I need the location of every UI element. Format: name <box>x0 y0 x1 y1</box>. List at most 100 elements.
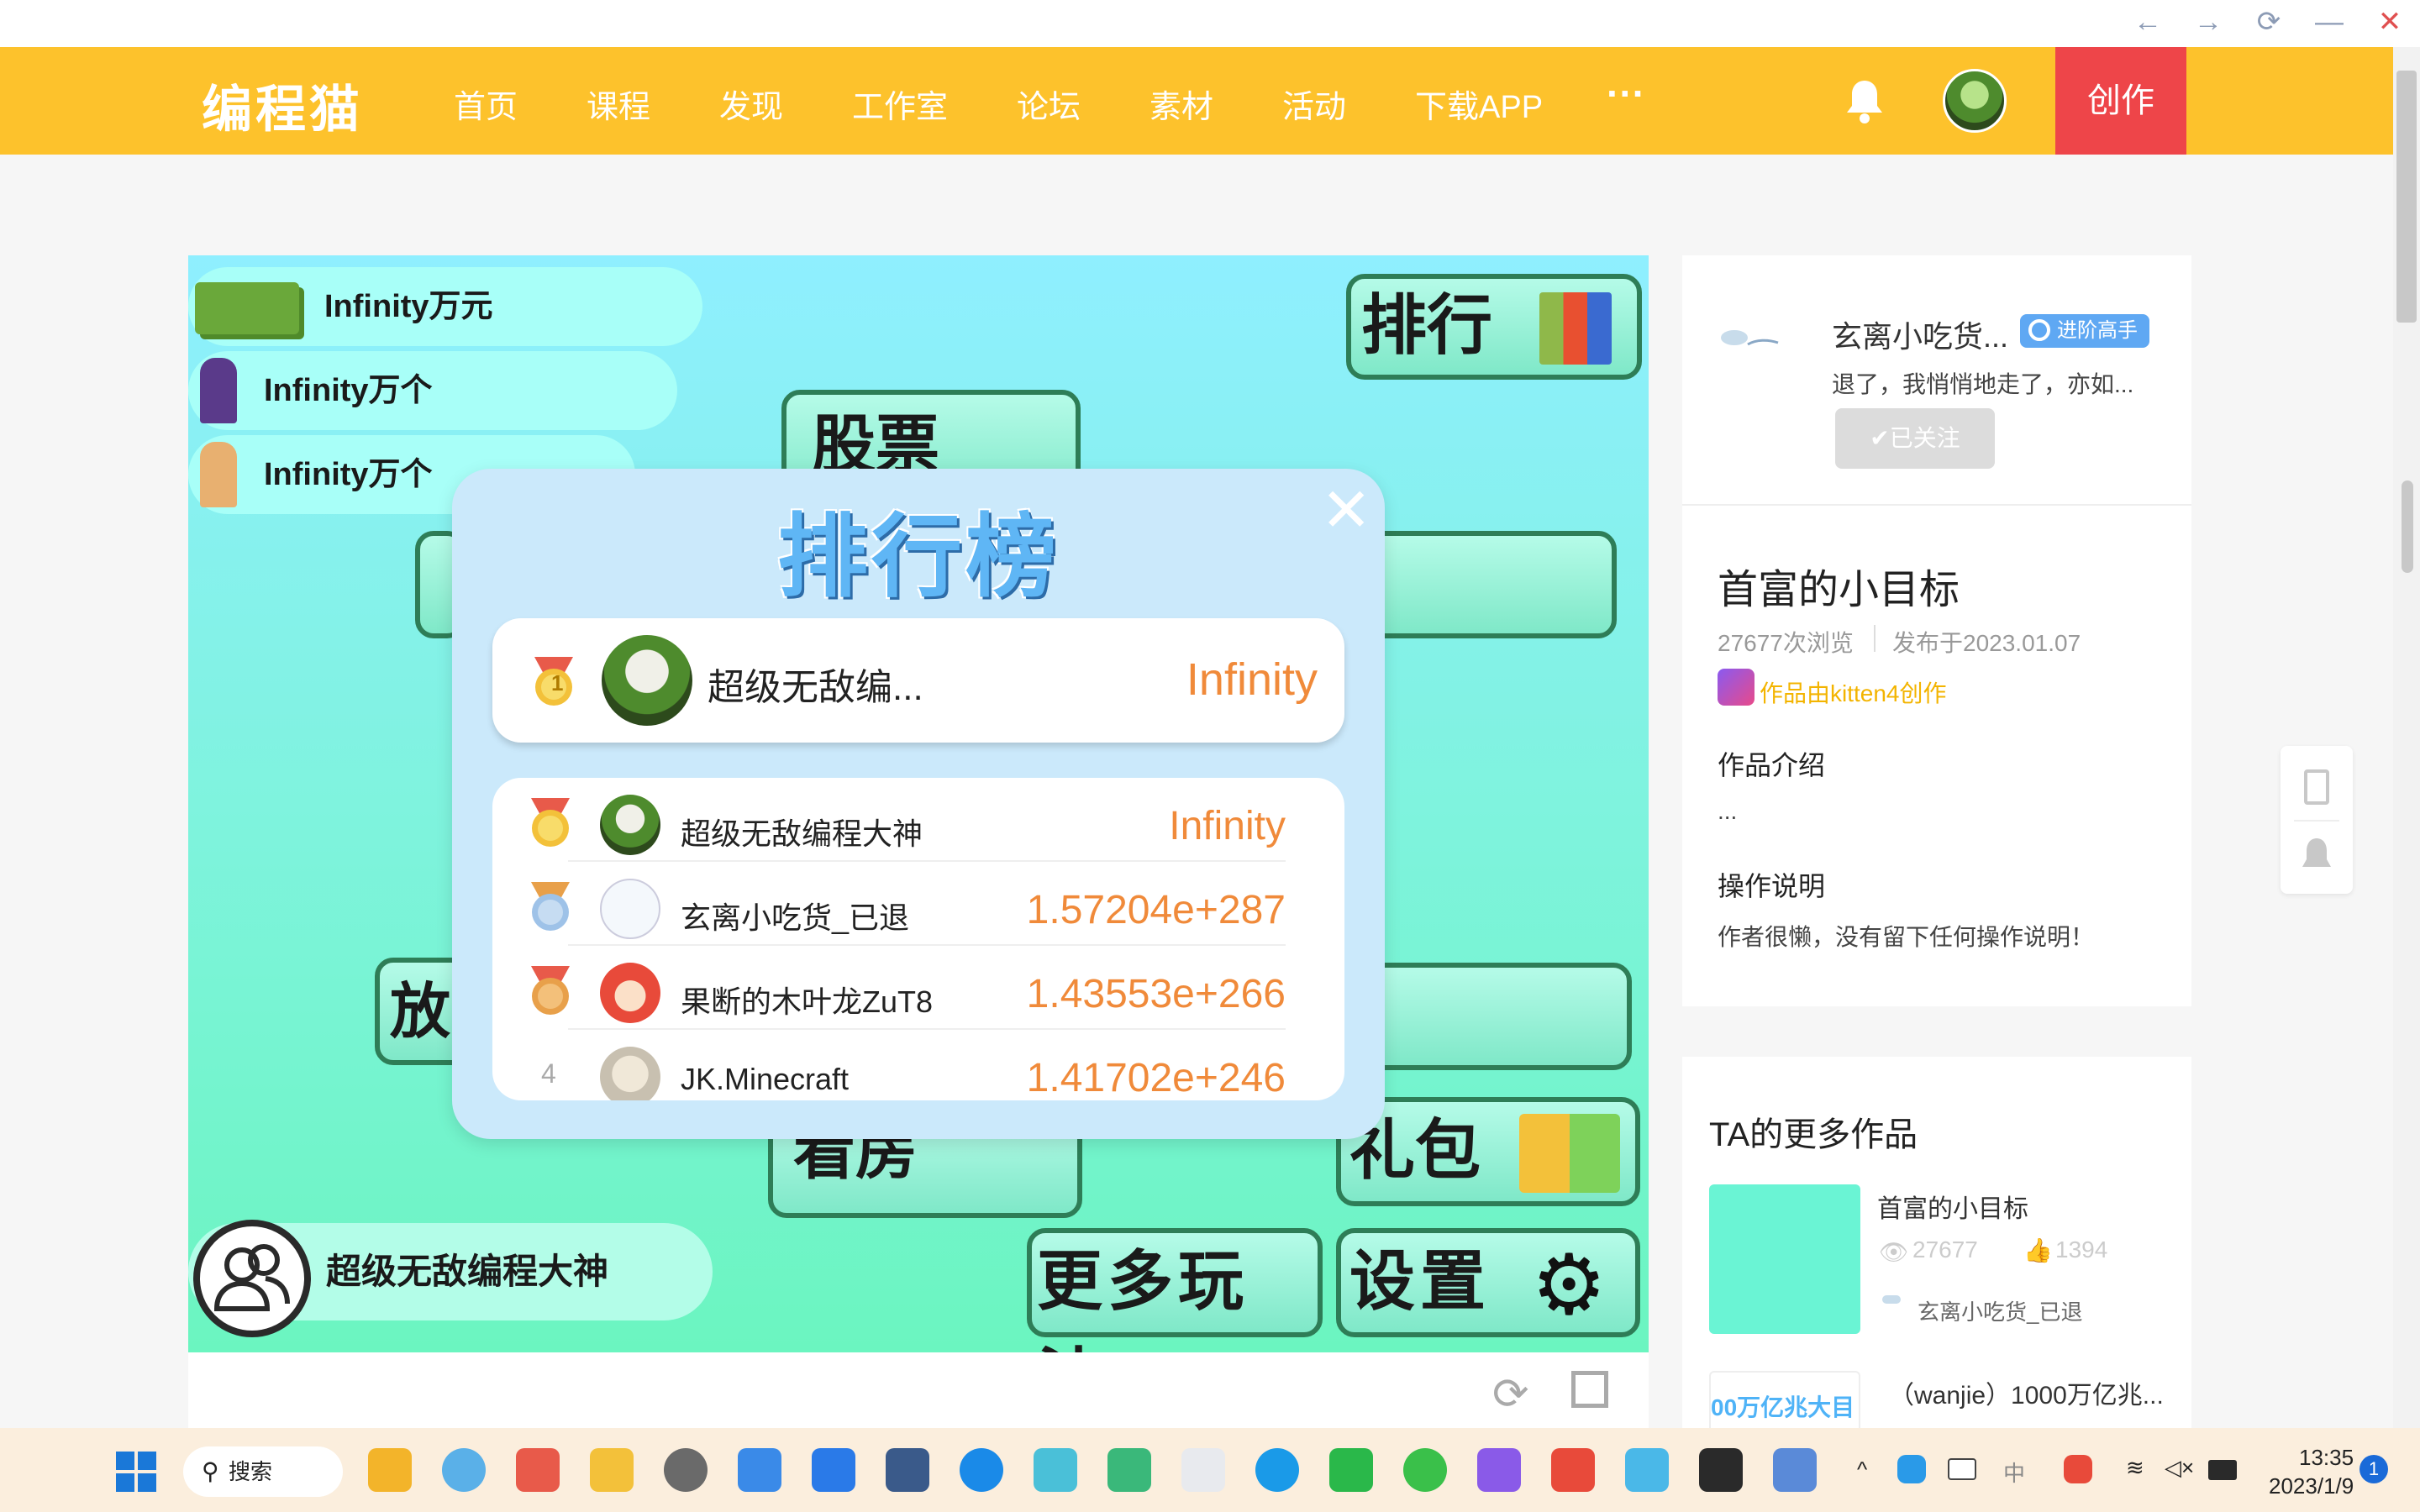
app-icon[interactable] <box>1551 1448 1595 1492</box>
nav-home[interactable]: 首页 <box>454 81 518 127</box>
app-icon[interactable] <box>1329 1448 1373 1492</box>
edge-icon[interactable] <box>1255 1448 1299 1492</box>
restart-icon[interactable]: ⟳ <box>1492 1369 1529 1420</box>
wechat-icon[interactable] <box>1403 1448 1447 1492</box>
more-work-title[interactable]: （wanjie）1000万亿兆... <box>1889 1374 2164 1411</box>
follow-button[interactable]: ✔已关注 <box>1835 408 1995 469</box>
app-icon[interactable] <box>738 1448 781 1492</box>
author-name[interactable]: 玄离小吃货... <box>1832 312 2008 356</box>
clock-date[interactable]: 2023/1/9 <box>2269 1473 2354 1499</box>
chevron-up-icon[interactable]: ^ <box>1857 1457 1867 1483</box>
notification-badge[interactable]: 1 <box>2360 1455 2388 1483</box>
level-badge: 进阶高手 <box>2020 314 2149 348</box>
back-icon[interactable]: ← <box>2131 5 2165 39</box>
nav-forum[interactable]: 论坛 <box>1017 81 1081 127</box>
work-thumbnail[interactable] <box>1709 1184 1860 1334</box>
bell-icon[interactable] <box>1845 77 1884 124</box>
app-icon[interactable] <box>368 1448 412 1492</box>
nav-download-app[interactable]: 下载APP <box>1415 81 1543 127</box>
nav-courses[interactable]: 课程 <box>587 81 650 127</box>
clock-time[interactable]: 13:35 <box>2299 1445 2354 1471</box>
more-gameplay-button[interactable]: 更多玩法 <box>1027 1228 1323 1352</box>
row-score: 1.43553e+266 <box>1026 972 1286 1016</box>
more-work-title[interactable]: 首富的小目标 <box>1877 1188 2028 1225</box>
window-chrome: ← → ⟳ — ✕ <box>0 0 2420 47</box>
leaderboard-row: 4 JK.Minecraft 1.41702e+246 <box>492 1030 1344 1100</box>
speaker-icon[interactable]: ◁× <box>2165 1455 2194 1481</box>
mini-author-avatar <box>1882 1295 1901 1304</box>
worker-button[interactable] <box>1365 963 1632 1070</box>
taskbar-search[interactable]: ⚲ 搜索 <box>183 1446 343 1497</box>
leaderboard-list[interactable]: 超级无敌编程大神 Infinity 玄离小吃货_已退 1.57204e+287 … <box>492 778 1344 1100</box>
person-icon <box>200 358 237 423</box>
minimize-icon[interactable]: — <box>2312 5 2346 39</box>
money-icon <box>195 282 299 334</box>
ops-text: 作者很懒，没有留下任何操作说明！ <box>1718 924 2095 950</box>
modal-close-icon[interactable]: ✕ <box>1321 480 1371 541</box>
player-avatar-icon[interactable] <box>193 1220 311 1337</box>
app-icon[interactable] <box>664 1448 708 1492</box>
row-score: 1.57204e+287 <box>1026 888 1286 932</box>
app-icon[interactable] <box>442 1448 486 1492</box>
settings-button[interactable]: 设置 ⚙ <box>1336 1228 1640 1337</box>
my-score: Infinity <box>1186 654 1318 705</box>
author-avatar[interactable] <box>1714 312 1790 371</box>
fullscreen-icon[interactable] <box>1571 1371 1608 1408</box>
nav-events[interactable]: 活动 <box>1282 81 1346 127</box>
kitten-icon <box>1718 669 1754 706</box>
right-button[interactable] <box>1348 531 1617 638</box>
ops-title: 操作说明 <box>1718 871 1826 901</box>
keyboard-icon[interactable] <box>1948 1458 1976 1480</box>
nav-materials[interactable]: 素材 <box>1150 81 1213 127</box>
tray-icon[interactable] <box>1897 1455 1926 1483</box>
bronze-medal-icon <box>531 966 570 1015</box>
side-tools <box>2281 746 2353 894</box>
scrollbar-thumb[interactable] <box>2396 71 2417 323</box>
app-icon[interactable] <box>1107 1448 1151 1492</box>
avatar <box>600 963 660 1023</box>
app-icon[interactable] <box>812 1448 855 1492</box>
side-scroll-handle[interactable] <box>2402 480 2413 573</box>
app-icon[interactable] <box>1477 1448 1521 1492</box>
logo[interactable]: 编程猫 <box>202 69 363 142</box>
card-divider <box>1682 504 2191 506</box>
user-avatar[interactable] <box>1943 69 2007 133</box>
my-name: 超级无敌编... <box>708 667 923 708</box>
made-with-link[interactable]: 作品由kitten4创作 <box>1760 675 1947 709</box>
settings-button-label: 设置 <box>1349 1243 1491 1320</box>
nav-discover[interactable]: 发现 <box>719 81 783 127</box>
forward-icon[interactable]: → <box>2191 5 2225 39</box>
folder-icon[interactable] <box>590 1448 634 1492</box>
browser-icon[interactable] <box>960 1448 1003 1492</box>
battery-icon[interactable] <box>2208 1460 2237 1480</box>
refresh-icon[interactable]: ⟳ <box>2252 5 2286 39</box>
avatar <box>600 879 660 939</box>
meta-divider <box>1874 625 1876 652</box>
rank-button[interactable]: 排行 <box>1346 274 1642 380</box>
app-icon[interactable] <box>516 1448 560 1492</box>
tray-icon[interactable] <box>2064 1455 2092 1483</box>
wifi-icon[interactable]: ≋ <box>2126 1455 2144 1481</box>
more-gameplay-label: 更多玩法 <box>1037 1243 1249 1352</box>
windows-start-icon[interactable] <box>116 1452 156 1492</box>
unity-icon[interactable] <box>1699 1448 1743 1492</box>
leaderboard-row: 果断的木叶龙ZuT8 1.43553e+266 <box>492 946 1344 1030</box>
phone-icon[interactable] <box>2304 769 2329 805</box>
ime-indicator[interactable]: 中 <box>2003 1457 2025 1488</box>
row-name: 玄离小吃货_已退 <box>681 900 910 935</box>
qq-icon[interactable] <box>2301 837 2333 875</box>
row-name: JK.Minecraft <box>681 1062 850 1096</box>
row-name: 超级无敌编程大神 <box>681 816 923 851</box>
intro-text: ... <box>1718 798 1738 824</box>
app-icon[interactable] <box>1034 1448 1077 1492</box>
app-icon[interactable] <box>1773 1448 1817 1492</box>
more-work-author[interactable]: 玄离小吃货_已退 <box>1918 1295 2082 1326</box>
nav-studio[interactable]: 工作室 <box>852 81 948 127</box>
app-icon[interactable] <box>886 1448 929 1492</box>
close-icon[interactable]: ✕ <box>2373 5 2407 39</box>
more-works-title: TA的更多作品 <box>1709 1116 1918 1153</box>
create-button[interactable]: 创作 <box>2055 47 2186 155</box>
app-icon[interactable] <box>1625 1448 1669 1492</box>
nav-more[interactable]: ··· <box>1607 71 1645 116</box>
app-icon[interactable] <box>1181 1448 1225 1492</box>
